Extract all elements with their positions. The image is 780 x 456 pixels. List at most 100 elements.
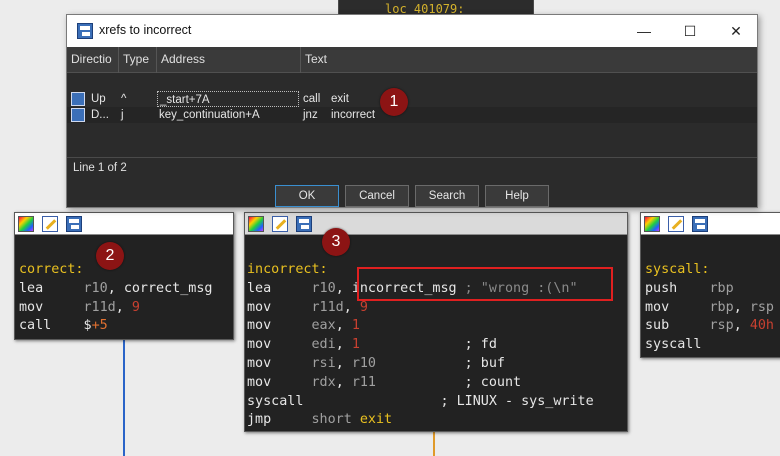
offset: +5 [91,318,108,334]
minimize-button[interactable]: — [621,15,667,47]
comment: ; LINUX - sys_write [303,393,594,409]
register: r11d [83,299,116,315]
xrefs-dialog[interactable]: xrefs to incorrect — ☐ ✕ Directio Type A… [66,14,758,208]
cell-address: _start+7A [157,91,299,107]
cell-mnemonic: jnz [303,109,318,121]
mnemonic: sub [645,318,670,334]
mnemonic: mov [247,374,272,390]
mnemonic: push [645,280,678,296]
dialog-titlebar[interactable]: xrefs to incorrect — ☐ ✕ [67,15,757,47]
jump-target[interactable]: exit [360,412,392,427]
code-listing: correct: lea r10, correct_msg mov r11d, … [19,261,213,336]
mnemonic: lea [247,280,272,296]
separator: , [335,355,352,371]
graph-view-icon[interactable] [692,216,708,232]
cell-direction: D... [91,109,109,121]
register: rsi [311,355,336,371]
register: edi [311,337,336,353]
mnemonic: mov [645,299,670,315]
register: rdx [311,374,336,390]
separator: , [115,299,132,315]
register: rbp [709,299,734,315]
separator: , [733,299,750,315]
graph-view-icon[interactable] [296,216,312,232]
table-header: Directio Type Address Text [67,47,757,73]
separator: , [107,280,124,296]
dialog-button-bar: OK Cancel Search Help [67,181,757,207]
palette-icon[interactable] [18,216,34,232]
comment: ; count [376,374,522,390]
graph-edge-false-branch [123,340,125,456]
register: rsp [749,299,774,315]
separator: , [733,318,750,334]
cell-operand: exit [331,93,349,105]
cell-mnemonic: call [303,93,321,105]
mnemonic: mov [247,299,272,315]
block-toolbar [641,213,780,235]
separator: , [335,280,352,296]
block-label[interactable]: incorrect: [247,262,328,277]
column-header-direction[interactable]: Directio [67,47,119,73]
rename-pencil-icon[interactable] [42,216,58,232]
column-header-type[interactable]: Type [119,47,157,73]
current-address: $ [83,318,92,334]
rename-pencil-icon[interactable] [668,216,684,232]
register: r11d [311,299,344,315]
callout-badge-3: 3 [322,228,350,256]
block-toolbar [15,213,233,235]
jump-modifier: short [311,412,352,428]
separator: , [343,299,360,315]
mnemonic: mov [247,355,272,371]
block-toolbar [245,213,627,235]
mnemonic: mov [247,318,272,334]
immediate-value: 9 [131,299,140,315]
palette-icon[interactable] [644,216,660,232]
cancel-button[interactable]: Cancel [345,185,409,207]
register: eax [311,318,336,334]
table-row[interactable]: Up ^ _start+7A call exit [67,91,757,107]
column-header-text[interactable]: Text [301,47,757,73]
graph-block-syscall[interactable]: syscall: push rbp mov rbp, rsp sub rsp, … [640,212,780,358]
close-button[interactable]: ✕ [713,15,759,47]
dialog-title: xrefs to incorrect [99,23,192,37]
palette-icon[interactable] [248,216,264,232]
comment: ; buf [376,355,505,371]
maximize-button[interactable]: ☐ [667,15,713,47]
status-text: Line 1 of 2 [67,157,757,181]
xref-icon [71,108,85,122]
cell-operand: incorrect [331,109,376,121]
callout-badge-2: 2 [96,242,124,270]
code-listing: syscall: push rbp mov rbp, rsp sub rsp, … [645,261,774,355]
block-label[interactable]: syscall: [645,262,710,277]
ok-button[interactable]: OK [275,185,339,207]
register: r10 [351,355,376,371]
column-header-address[interactable]: Address [157,47,301,73]
immediate-value: 1 [351,318,360,334]
graph-block-incorrect[interactable]: incorrect: lea r10, incorrect_msg ; "wro… [244,212,628,432]
immediate-value: 40h [749,318,774,334]
immediate-value: 9 [359,299,368,315]
graph-view-icon[interactable] [66,216,82,232]
block-label[interactable]: correct: [19,262,84,277]
xrefs-table[interactable]: Directio Type Address Text Up ^ _start+7… [67,47,757,157]
rename-pencil-icon[interactable] [272,216,288,232]
xrefs-window-icon [77,23,93,39]
cell-type: ^ [121,93,127,105]
separator: , [335,374,352,390]
separator: , [335,318,352,334]
xref-icon [71,92,85,106]
highlight-box [357,267,613,301]
operand-name[interactable]: correct_msg [124,281,213,296]
table-row[interactable]: D... j key_continuation+A jnz incorrect [67,107,757,123]
graph-edge-bottom [433,432,435,456]
register: rbp [709,280,734,296]
help-button[interactable]: Help [485,185,549,207]
register: r10 [311,280,336,296]
mnemonic: mov [19,299,44,315]
search-button[interactable]: Search [415,185,479,207]
graph-block-correct[interactable]: correct: lea r10, correct_msg mov r11d, … [14,212,234,340]
cell-address: key_continuation+A [159,109,260,121]
register: rsp [709,318,734,334]
register: r10 [83,280,108,296]
comment: ; fd [359,337,497,353]
